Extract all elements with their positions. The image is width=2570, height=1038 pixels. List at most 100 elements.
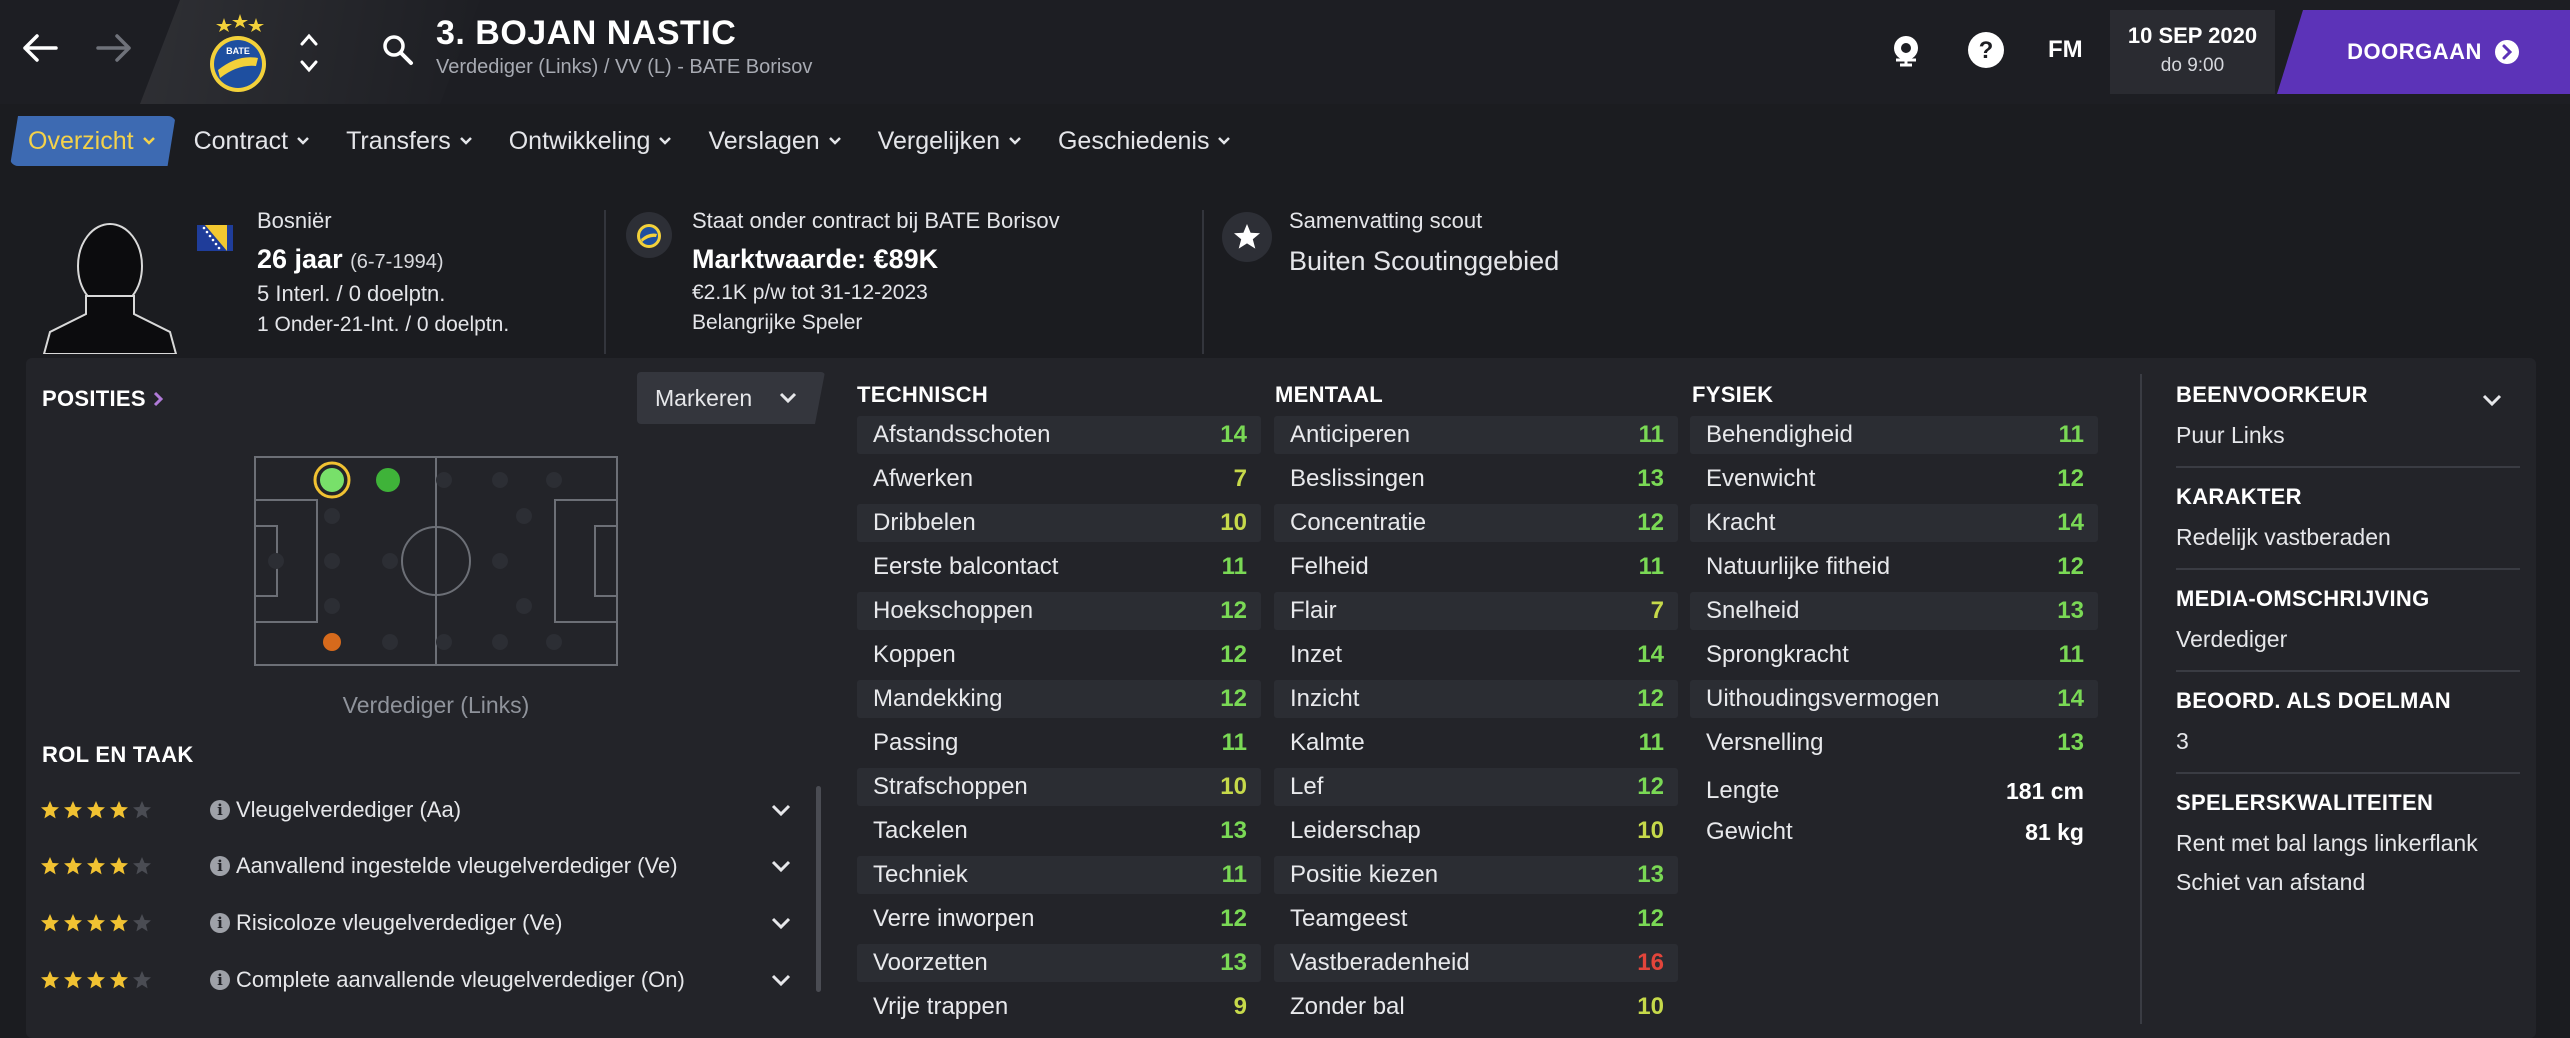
chevron-down-icon[interactable] <box>770 916 792 930</box>
technical-attribute-row[interactable]: Eerste balcontact 11 <box>857 548 1261 586</box>
scout-title: Samenvatting scout <box>1289 208 1483 233</box>
tab-vergelijken[interactable]: Vergelijken <box>860 116 1040 166</box>
attribute-name: Hoekschoppen <box>873 597 1034 624</box>
physical-attribute-row[interactable]: Uithoudingsvermogen 14 <box>1690 680 2098 718</box>
chevron-down-icon[interactable] <box>770 973 792 987</box>
physical-attribute-row[interactable]: Snelheid 13 <box>1690 592 2098 630</box>
goalkeeper-rating-title: BEOORD. ALS DOELMAN <box>2176 688 2451 713</box>
mental-attribute-row[interactable]: Anticiperen 11 <box>1274 416 1678 454</box>
top-bar: BATE 3. BOJAN NASTIC Verdediger (Links) … <box>0 0 2570 104</box>
mental-attribute-row[interactable]: Inzicht 12 <box>1274 680 1678 718</box>
physical-attribute-row[interactable]: Behendigheid 11 <box>1690 416 2098 454</box>
technical-attribute-row[interactable]: Voorzetten 13 <box>857 944 1261 982</box>
divider <box>2176 772 2520 774</box>
attribute-name: Inzet <box>1290 641 1343 668</box>
role-row[interactable]: i Risicoloze vleugelverdediger (Ve) <box>40 895 810 951</box>
mental-attribute-row[interactable]: Teamgeest 12 <box>1274 900 1678 938</box>
personal-info: Bosniër 26 jaar (6-7-1994) 5 Interl. / 0… <box>257 208 509 337</box>
tab-label: Vergelijken <box>877 126 1000 155</box>
tab-overzicht[interactable]: Overzicht <box>10 116 176 166</box>
forward-arrow-icon[interactable] <box>92 26 136 70</box>
attribute-name: Strafschoppen <box>873 773 1028 800</box>
technical-attribute-row[interactable]: Verre inworpen 12 <box>857 900 1261 938</box>
chevron-down-icon[interactable] <box>770 859 792 873</box>
tab-verslagen[interactable]: Verslagen <box>690 116 859 166</box>
collapse-chevron-icon[interactable] <box>2480 392 2504 413</box>
info-icon[interactable]: i <box>210 970 230 990</box>
attribute-name: Techniek <box>873 861 968 888</box>
mental-attribute-row[interactable]: Beslissingen 13 <box>1274 460 1678 498</box>
attribute-value: 13 <box>1220 817 1247 844</box>
technical-attribute-row[interactable]: Tackelen 13 <box>857 812 1261 850</box>
mental-attribute-row[interactable]: Vastberadenheid 16 <box>1274 944 1678 982</box>
continue-button[interactable]: DOORGAAN <box>2277 10 2570 94</box>
media-description-title: MEDIA-OMSCHRIJVING <box>2176 586 2430 611</box>
tab-geschiedenis[interactable]: Geschiedenis <box>1040 116 1249 166</box>
mental-attribute-row[interactable]: Zonder bal 10 <box>1274 988 1678 1026</box>
technical-attribute-row[interactable]: Mandekking 12 <box>857 680 1261 718</box>
attribute-value: 9 <box>1233 993 1247 1020</box>
technical-attribute-row[interactable]: Dribbelen 10 <box>857 504 1261 542</box>
info-icon[interactable]: i <box>210 856 230 876</box>
tab-transfers[interactable]: Transfers <box>328 116 491 166</box>
technical-attribute-row[interactable]: Vrije trappen 9 <box>857 988 1261 1026</box>
current-date: 10 SEP 2020 <box>2127 23 2258 48</box>
positions-title-link[interactable]: POSITIES <box>42 386 164 412</box>
star-icon <box>41 857 59 875</box>
info-icon[interactable]: i <box>210 913 230 933</box>
roles-scrollbar[interactable] <box>816 786 821 992</box>
preferred-foot-block: BEENVOORKEUR Puur Links <box>2176 382 2520 449</box>
chevron-down-icon[interactable] <box>770 803 792 817</box>
physical-attribute-row[interactable]: Sprongkracht 11 <box>1690 636 2098 674</box>
player-qualities-block: SPELERSKWALITEITEN Rent met bal langs li… <box>2176 790 2520 896</box>
attribute-value: 11 <box>1638 553 1664 580</box>
tab-contract[interactable]: Contract <box>176 116 328 166</box>
role-row[interactable]: i Complete aanvallende vleugelverdediger … <box>40 952 810 1008</box>
mental-attribute-row[interactable]: Lef 12 <box>1274 768 1678 806</box>
role-row[interactable]: i Aanvallend ingestelde vleugelverdediger… <box>40 838 810 894</box>
attribute-value: 12 <box>2057 465 2084 492</box>
chevron-down-icon <box>828 137 841 145</box>
markeren-dropdown[interactable]: Markeren <box>637 372 825 424</box>
attribute-value: 12 <box>1220 641 1247 668</box>
mental-attribute-row[interactable]: Felheid 11 <box>1274 548 1678 586</box>
mental-attribute-row[interactable]: Leiderschap 10 <box>1274 812 1678 850</box>
physical-attribute-row[interactable]: Kracht 14 <box>1690 504 2098 542</box>
fm-logo[interactable]: FM <box>2048 36 2083 64</box>
technical-attribute-row[interactable]: Passing 11 <box>857 724 1261 762</box>
player-switch-arrows-icon[interactable] <box>296 28 322 78</box>
tab-ontwikkeling[interactable]: Ontwikkeling <box>491 116 691 166</box>
attribute-value: 14 <box>1637 641 1664 668</box>
mental-attribute-row[interactable]: Inzet 14 <box>1274 636 1678 674</box>
attribute-name: Snelheid <box>1706 597 1800 624</box>
chevron-down-icon <box>459 137 472 145</box>
technical-attribute-row[interactable]: Hoekschoppen 12 <box>857 592 1261 630</box>
info-icon[interactable]: i <box>210 800 230 820</box>
help-icon[interactable]: ? <box>1966 30 2006 70</box>
physical-attribute-row[interactable]: Natuurlijke fitheid 12 <box>1690 548 2098 586</box>
role-rating-stars <box>40 856 210 876</box>
mental-attribute-row[interactable]: Flair 7 <box>1274 592 1678 630</box>
tab-label: Verslagen <box>708 126 820 155</box>
technical-attribute-row[interactable]: Afwerken 7 <box>857 460 1261 498</box>
search-icon[interactable] <box>380 32 416 68</box>
player-quality-item: Rent met bal langs linkerflank <box>2176 830 2478 856</box>
attribute-value: 13 <box>2057 729 2084 756</box>
mental-attribute-row[interactable]: Concentratie 12 <box>1274 504 1678 542</box>
mental-attribute-row[interactable]: Positie kiezen 13 <box>1274 856 1678 894</box>
physical-attribute-row[interactable]: Versnelling 13 <box>1690 724 2098 762</box>
technical-attribute-row[interactable]: Koppen 12 <box>857 636 1261 674</box>
chevron-down-icon <box>142 136 156 146</box>
attribute-name: Beslissingen <box>1290 465 1425 492</box>
role-row[interactable]: i Vleugelverdediger (Aa) <box>40 782 810 838</box>
chevron-down-icon <box>778 391 798 405</box>
attribute-name: Evenwicht <box>1706 465 1816 492</box>
physical-attribute-row[interactable]: Evenwicht 12 <box>1690 460 2098 498</box>
technical-attribute-row[interactable]: Afstandsschoten 14 <box>857 416 1261 454</box>
technical-attribute-row[interactable]: Strafschoppen 10 <box>857 768 1261 806</box>
technical-attribute-row[interactable]: Techniek 11 <box>857 856 1261 894</box>
mental-attribute-row[interactable]: Kalmte 11 <box>1274 724 1678 762</box>
attribute-name: Passing <box>873 729 959 756</box>
back-arrow-icon[interactable] <box>18 26 62 70</box>
globe-ball-icon[interactable] <box>1886 30 1926 70</box>
